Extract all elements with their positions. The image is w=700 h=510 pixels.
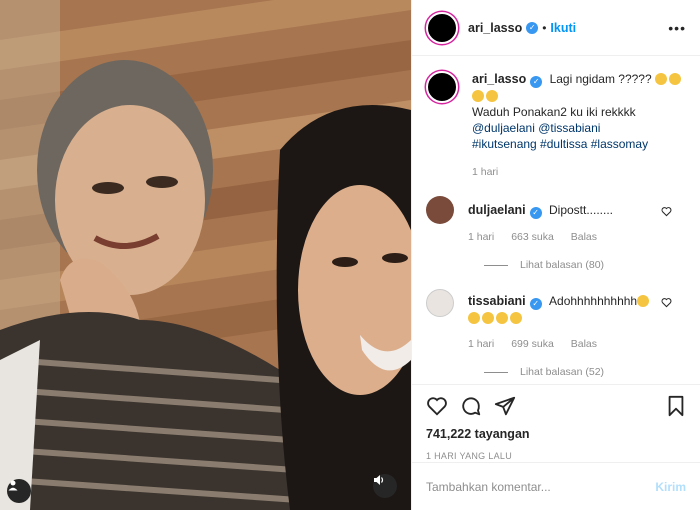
comment-text: Adohhhhhhhhhh	[549, 294, 638, 308]
comment-time: 1 hari	[468, 338, 495, 350]
replies-divider	[484, 264, 508, 266]
view-replies-label: Lihat balasan (80)	[520, 259, 605, 271]
comment-input[interactable]: Tambahkan komentar...	[426, 480, 655, 494]
comment-button[interactable]	[460, 395, 482, 417]
user-tag-icon	[8, 480, 18, 491]
caption-time: 1 hari	[472, 166, 499, 178]
view-replies-link[interactable]: Lihat balasan (80)	[484, 259, 686, 271]
laughing-emoji-icon	[637, 295, 650, 307]
view-replies-link[interactable]: Lihat balasan (52)	[484, 366, 686, 378]
commenter-avatar[interactable]	[426, 289, 454, 317]
bookmark-icon	[668, 395, 684, 417]
share-button[interactable]	[494, 395, 516, 417]
comment-like-heart-icon[interactable]	[661, 206, 672, 217]
comments-section[interactable]: ari_lasso ✓ Lagi ngidam ????? Waduh Ponak…	[412, 57, 700, 384]
laughing-emoji-icon	[486, 90, 498, 102]
comment-likes[interactable]: 699 suka	[511, 338, 554, 350]
verified-badge-icon: ✓	[529, 298, 542, 310]
sweat-smile-emoji-icon	[655, 73, 667, 85]
post-date[interactable]: 1 HARI YANG LALU	[426, 451, 686, 461]
like-button[interactable]	[426, 395, 448, 417]
user-tag-button[interactable]	[7, 479, 31, 503]
laughing-emoji-icon	[472, 90, 484, 102]
verified-badge-icon: ✓	[530, 76, 543, 88]
caption: ari_lasso ✓ Lagi ngidam ????? Waduh Ponak…	[426, 71, 686, 180]
add-comment-bar: Tambahkan komentar... Kirim	[412, 462, 700, 510]
reply-button[interactable]: Balas	[571, 231, 597, 243]
sound-toggle-button[interactable]	[373, 474, 397, 498]
view-replies-label: Lihat balasan (52)	[520, 366, 605, 378]
post-actions: 741,222 tayangan 1 HARI YANG LALU	[412, 384, 700, 461]
comment-text: Dipostt........	[549, 203, 614, 217]
caption-username[interactable]: ari_lasso	[472, 72, 526, 86]
author-username[interactable]: ari_lasso	[468, 21, 522, 35]
speaker-icon	[374, 475, 384, 485]
follow-button[interactable]: Ikuti	[550, 21, 576, 35]
video-frame-illustration	[0, 0, 411, 510]
view-count[interactable]: 741,222 tayangan	[426, 427, 686, 441]
laughing-emoji-icon	[468, 312, 480, 324]
replies-divider	[484, 371, 508, 373]
heart-icon	[427, 397, 447, 416]
send-comment-button[interactable]: Kirim	[655, 480, 686, 494]
laughing-emoji-icon	[482, 312, 494, 324]
reply-button[interactable]: Balas	[571, 338, 597, 350]
paper-plane-icon	[494, 396, 516, 416]
more-options-button[interactable]: •••	[668, 20, 686, 36]
comment-item: duljaelani ✓ Dipostt........ 1 hari 663 s…	[426, 196, 686, 245]
caption-mentions[interactable]: @duljaelani @tissabiani	[472, 120, 686, 136]
separator-dot: •	[542, 20, 547, 35]
caption-hashtags[interactable]: #ikutsenang #dultissa #lassomay	[472, 136, 686, 152]
caption-avatar[interactable]	[426, 71, 458, 103]
laughing-emoji-icon	[510, 312, 522, 324]
comment-likes[interactable]: 663 suka	[511, 231, 554, 243]
verified-badge-icon: ✓	[529, 207, 542, 219]
post-details-panel: ari_lasso ✓ • Ikuti ••• ari_lasso ✓ Lagi …	[411, 0, 700, 510]
comment-item: tissabiani ✓ Adohhhhhhhhhh 1 hari 699 suk…	[426, 289, 686, 352]
caption-text-line2: Waduh Ponakan2 ku iki rekkkk	[472, 105, 636, 119]
verified-badge-icon: ✓	[526, 21, 539, 34]
caption-text-line1: Lagi ngidam ?????	[549, 72, 652, 86]
comment-like-heart-icon[interactable]	[661, 297, 672, 308]
post-video[interactable]	[0, 0, 411, 510]
author-avatar[interactable]	[426, 11, 458, 44]
sweat-smile-emoji-icon	[669, 73, 681, 85]
save-button[interactable]	[666, 395, 686, 417]
commenter-username[interactable]: tissabiani	[468, 294, 526, 308]
commenter-username[interactable]: duljaelani	[468, 203, 526, 217]
comment-icon	[462, 397, 481, 416]
commenter-avatar[interactable]	[426, 196, 454, 224]
comment-time: 1 hari	[468, 231, 495, 243]
laughing-emoji-icon	[496, 312, 508, 324]
post-header: ari_lasso ✓ • Ikuti •••	[412, 0, 700, 56]
